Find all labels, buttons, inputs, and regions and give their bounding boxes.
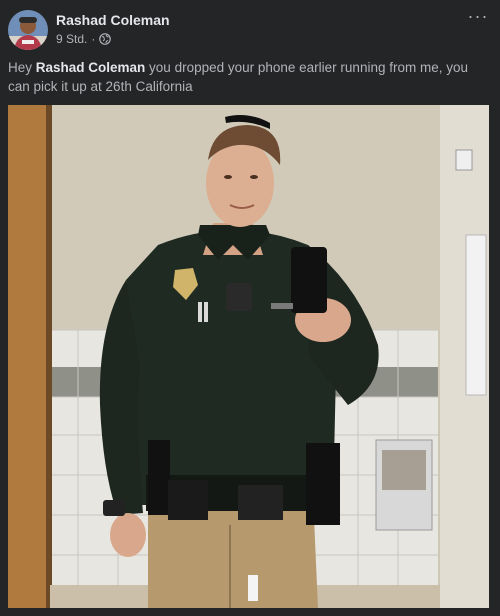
post-text: Hey Rashad Coleman you dropped your phon… xyxy=(8,58,488,96)
text-greeting: Hey xyxy=(8,60,36,75)
more-options-button[interactable]: ··· xyxy=(464,7,492,28)
post-header: Rashad Coleman 9 Std. · ··· xyxy=(8,7,492,52)
mirror-selfie-image xyxy=(8,105,489,608)
mention-link[interactable]: Rashad Coleman xyxy=(36,60,146,75)
post-timestamp[interactable]: 9 Std. xyxy=(56,32,87,46)
facebook-post: Rashad Coleman 9 Std. · ··· Hey Rashad C… xyxy=(0,0,500,616)
globe-icon xyxy=(99,33,112,45)
avatar[interactable] xyxy=(8,10,48,50)
post-photo[interactable] xyxy=(8,105,489,608)
author-name[interactable]: Rashad Coleman xyxy=(56,12,170,28)
post-meta: 9 Std. · xyxy=(56,32,112,46)
meta-separator: · xyxy=(91,32,96,46)
